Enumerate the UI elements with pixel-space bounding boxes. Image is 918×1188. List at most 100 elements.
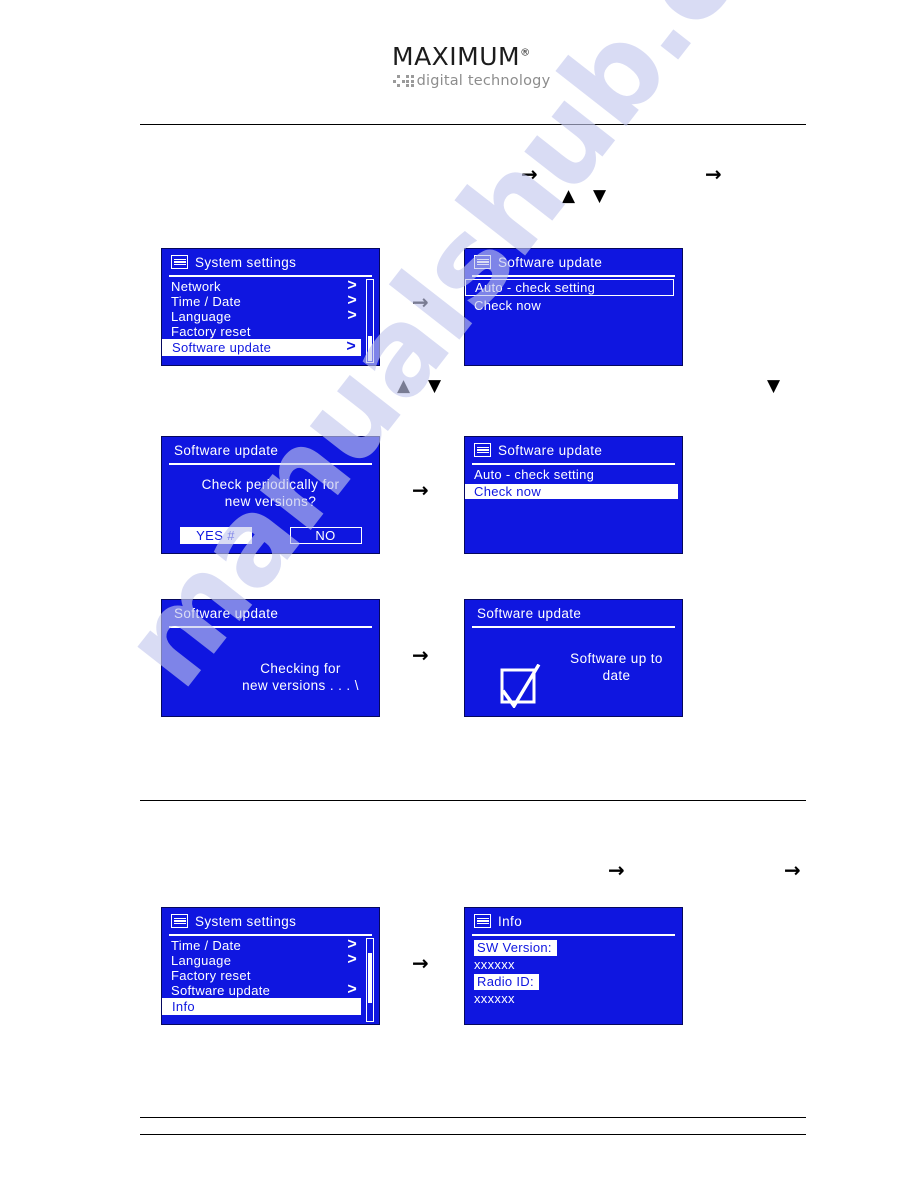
- arrow-right-icon: →: [784, 858, 801, 882]
- arrow-right-icon: →: [521, 162, 538, 186]
- screen-title-bar: Info: [465, 908, 682, 932]
- menu-list: Auto - check setting Check now: [465, 465, 682, 499]
- no-button[interactable]: NO: [289, 527, 362, 544]
- menu-item-auto-check-setting[interactable]: Auto - check setting: [465, 467, 682, 482]
- menu-list-icon: [474, 914, 491, 928]
- arrow-right-icon: →: [412, 951, 429, 975]
- checkbox-check-icon: [500, 664, 541, 708]
- menu-item-label: Software update: [171, 983, 271, 998]
- scrollbar[interactable]: [366, 279, 374, 363]
- menu-item-label: Factory reset: [171, 968, 251, 983]
- arrow-right-icon: →: [412, 478, 429, 502]
- arrow-right-icon: →: [412, 290, 429, 314]
- menu-item-check-now[interactable]: Check now: [465, 484, 678, 499]
- menu-item-check-now[interactable]: Check now: [465, 298, 682, 313]
- menu-item-factory-reset[interactable]: Factory reset: [162, 324, 379, 339]
- menu-item-label: Time / Date: [171, 938, 242, 953]
- chevron-right-icon: >: [346, 338, 356, 355]
- info-label-sw-version: SW Version:: [474, 940, 557, 956]
- screen-title: Software update: [174, 605, 279, 621]
- header-rule: [140, 124, 806, 125]
- menu-item-auto-check-setting[interactable]: Auto - check setting: [465, 279, 674, 296]
- scrollbar-thumb[interactable]: [368, 336, 372, 361]
- menu-item-info[interactable]: Info: [162, 998, 361, 1015]
- screen-title: System settings: [195, 913, 297, 929]
- checking-message: Checking for new versions . . . \: [222, 660, 379, 694]
- checking-message-line2: new versions . . . \: [242, 678, 359, 693]
- menu-item-language[interactable]: Language >: [162, 307, 379, 325]
- chevron-right-icon: >: [347, 951, 357, 968]
- screen-title-bar: Software update: [162, 437, 379, 461]
- up-to-date-message-line2: date: [602, 668, 631, 683]
- dialog-buttons: YES # NO: [162, 527, 379, 544]
- arrow-right-icon: →: [608, 858, 625, 882]
- menu-item-label: Auto - check setting: [475, 280, 596, 295]
- info-value-sw-version: xxxxxx: [474, 957, 515, 972]
- scrollbar-thumb[interactable]: [368, 953, 372, 1003]
- screen-title: System settings: [195, 254, 297, 270]
- menu-item-label: Auto - check setting: [474, 467, 595, 482]
- arrow-right-icon: →: [705, 162, 722, 186]
- logo-dots-icon: [393, 75, 414, 87]
- menu-list-icon: [474, 255, 491, 269]
- screen-up-to-date: Software update Software up to date: [464, 599, 683, 717]
- menu-list-icon: [171, 914, 188, 928]
- screen-software-update-menu-2: Software update Auto - check setting Che…: [464, 436, 683, 554]
- screen-software-update-menu-1: Software update Auto - check setting Che…: [464, 248, 683, 366]
- triangle-up-icon: ▲: [562, 186, 576, 206]
- arrow-right-icon: →: [412, 643, 429, 667]
- triangle-down-icon: ▼: [767, 376, 781, 396]
- brand-tagline: digital technology: [416, 73, 551, 89]
- chevron-right-icon: >: [347, 307, 357, 324]
- menu-item-software-update[interactable]: Software update >: [162, 339, 361, 356]
- section-rule: [140, 800, 806, 801]
- menu-list: Network > Time / Date > Language > Facto…: [162, 277, 379, 356]
- menu-item-language[interactable]: Language >: [162, 951, 379, 969]
- info-list: SW Version: xxxxxx Radio ID: xxxxxx: [465, 936, 682, 1007]
- menu-list-icon: [171, 255, 188, 269]
- menu-item-label: Time / Date: [171, 294, 242, 309]
- up-to-date-message-line1: Software up to: [570, 651, 663, 666]
- brand-logo: MAXIMUM® digital technology: [392, 44, 552, 89]
- screen-title-bar: Software update: [162, 600, 379, 624]
- screen-title-bar: Software update: [465, 600, 682, 624]
- dialog-message: Check periodically for new versions?: [162, 476, 379, 510]
- screen-title: Software update: [477, 605, 582, 621]
- screen-system-settings-1: System settings Network > Time / Date > …: [161, 248, 380, 366]
- screen-confirm-dialog: Software update Check periodically for n…: [161, 436, 380, 554]
- menu-list: Time / Date > Language > Factory reset S…: [162, 936, 379, 1015]
- screen-info: Info SW Version: xxxxxx Radio ID: xxxxxx: [464, 907, 683, 1025]
- triangle-down-icon: ▼: [593, 186, 607, 206]
- menu-item-software-update[interactable]: Software update >: [162, 981, 379, 999]
- menu-item-label: Factory reset: [171, 324, 251, 339]
- registered-mark: ®: [520, 47, 531, 59]
- yes-button[interactable]: YES #: [179, 527, 252, 544]
- menu-item-label: Language: [171, 309, 232, 324]
- triangle-up-icon: ▲: [397, 376, 411, 396]
- menu-item-label: Check now: [474, 484, 542, 499]
- triangle-down-icon: ▼: [428, 376, 442, 396]
- dialog-message-line1: Check periodically for: [201, 477, 340, 492]
- menu-item-label: Check now: [474, 298, 542, 313]
- menu-list-icon: [474, 443, 491, 457]
- info-label-radio-id: Radio ID:: [474, 974, 539, 990]
- menu-list: Auto - check setting Check now: [465, 277, 682, 313]
- screen-system-settings-2: System settings Time / Date > Language >…: [161, 907, 380, 1025]
- brand-name-text: MAXIMUM: [392, 42, 521, 71]
- scrollbar[interactable]: [366, 938, 374, 1022]
- chevron-right-icon: >: [347, 981, 357, 998]
- menu-item-label: Language: [171, 953, 232, 968]
- info-value-radio-id: xxxxxx: [474, 991, 515, 1006]
- screen-checking: Software update Checking for new version…: [161, 599, 380, 717]
- menu-item-label: Info: [172, 999, 195, 1014]
- footer-rule-lower: [140, 1134, 806, 1135]
- screen-title: Software update: [498, 254, 603, 270]
- screen-title: Software update: [498, 442, 603, 458]
- screen-title: Info: [498, 913, 523, 929]
- screen-title-bar: Software update: [465, 249, 682, 273]
- info-row: Radio ID:: [465, 973, 682, 991]
- checking-message-line1: Checking for: [260, 661, 341, 676]
- info-row: SW Version:: [465, 939, 682, 957]
- screen-title: Software update: [174, 442, 279, 458]
- brand-name: MAXIMUM®: [392, 44, 552, 69]
